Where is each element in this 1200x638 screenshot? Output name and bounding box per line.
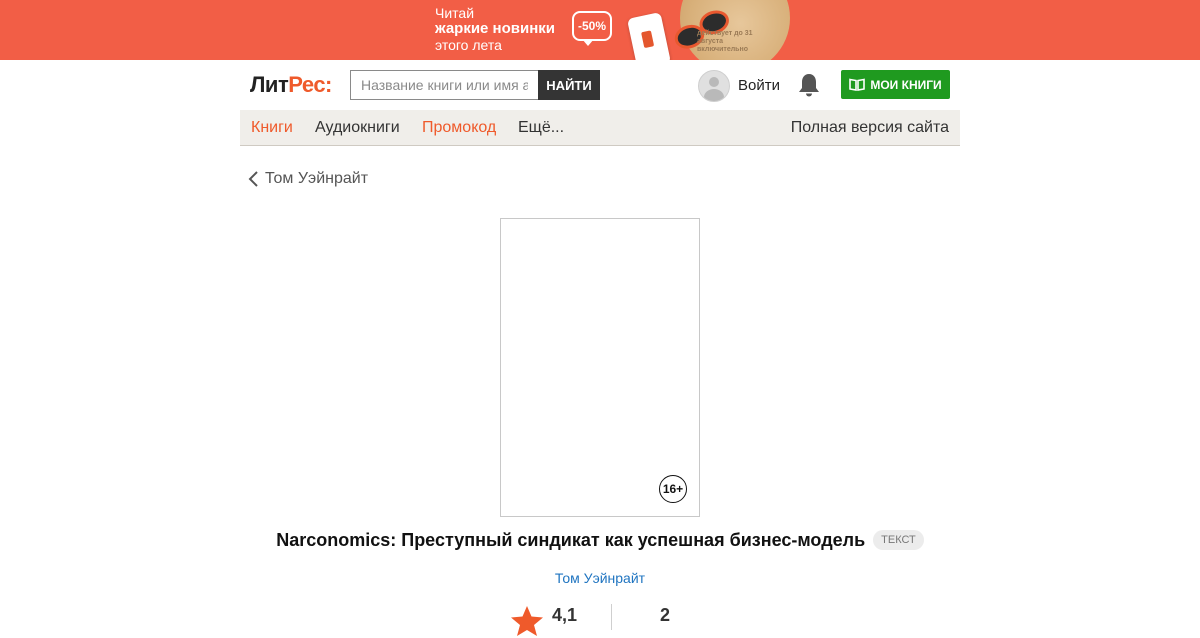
main-nav: Книги Аудиокниги Промокод Ещё... Полная … xyxy=(240,110,960,146)
author-link[interactable]: Том Уэйнрайт xyxy=(0,570,1200,586)
search-button[interactable]: НАЙТИ xyxy=(538,70,600,100)
search-input[interactable] xyxy=(350,70,538,100)
logo-main-text: Лит xyxy=(250,72,289,97)
chevron-left-icon xyxy=(248,171,258,187)
promo-discount-badge: -50% xyxy=(572,11,612,46)
promo-content: Читай жаркие новинки этого лета -50% дей… xyxy=(435,0,795,60)
breadcrumb-author: Том Уэйнрайт xyxy=(265,170,369,187)
reviews-count[interactable]: 2 xyxy=(660,605,670,626)
site-header: ЛитРес: НАЙТИ Войти МОИ КНИГИ xyxy=(240,60,960,110)
nav-item-full-version[interactable]: Полная версия сайта xyxy=(791,119,949,137)
login-link[interactable]: Войти xyxy=(738,77,780,94)
open-book-icon xyxy=(849,78,866,91)
star-icon xyxy=(511,606,543,636)
my-books-label: МОИ КНИГИ xyxy=(870,77,942,92)
site-logo[interactable]: ЛитРес: xyxy=(250,72,332,98)
nav-item-books[interactable]: Книги xyxy=(251,119,293,137)
bell-icon[interactable] xyxy=(796,72,822,98)
age-rating-badge: 16+ xyxy=(659,475,687,503)
book-title: Narconomics: Преступный синдикат как усп… xyxy=(276,529,866,550)
book-cover[interactable]: 16+ xyxy=(500,218,700,517)
avatar-icon[interactable] xyxy=(698,70,730,102)
stats-divider xyxy=(611,604,612,630)
nav-item-more[interactable]: Ещё... xyxy=(518,119,564,137)
rating-value: 4,1 xyxy=(552,605,578,625)
book-type-badge: ТЕКСТ xyxy=(873,530,924,550)
my-books-button[interactable]: МОИ КНИГИ xyxy=(841,70,950,99)
nav-item-audiobooks[interactable]: Аудиокниги xyxy=(315,119,400,137)
book-title-row: Narconomics: Преступный синдикат как усп… xyxy=(0,528,1200,552)
nav-item-promocode[interactable]: Промокод xyxy=(422,119,496,137)
promo-fine-print: действует до 31 августа включительно xyxy=(697,30,753,53)
logo-accent-text: Рес: xyxy=(288,72,332,97)
breadcrumb-back[interactable]: Том Уэйнрайт xyxy=(247,169,368,189)
promo-banner[interactable]: Читай жаркие новинки этого лета -50% дей… xyxy=(0,0,1200,60)
